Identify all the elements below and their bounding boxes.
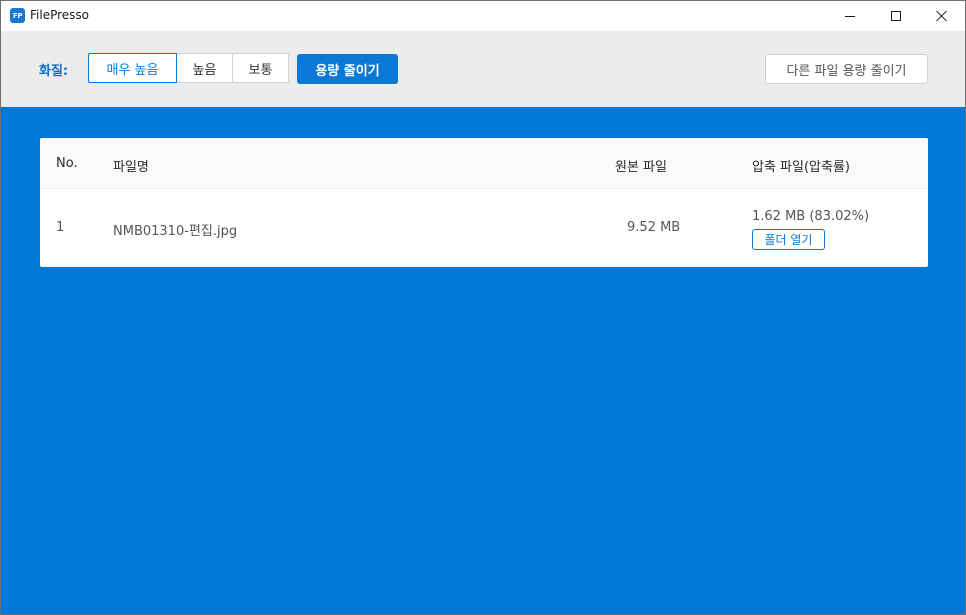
title-bar[interactable]: FP FilePresso xyxy=(1,1,965,31)
column-header-no: No. xyxy=(56,156,78,171)
column-header-compressed: 압축 파일(압축률) xyxy=(752,160,850,175)
quality-option-high[interactable]: 높음 xyxy=(176,53,233,83)
minimize-button[interactable] xyxy=(827,1,873,31)
app-logo-icon: FP xyxy=(10,8,25,23)
compress-button[interactable]: 용량 줄이기 xyxy=(297,54,398,84)
window-title: FilePresso xyxy=(30,8,90,22)
column-header-filename: 파일명 xyxy=(113,160,149,175)
minimize-icon xyxy=(845,15,855,17)
table-header: No. 파일명 원본 파일 압축 파일(압축률) xyxy=(40,138,928,189)
compress-other-file-button[interactable]: 다른 파일 용량 줄이기 xyxy=(765,54,928,84)
quality-option-very-high[interactable]: 매우 높음 xyxy=(88,53,177,83)
close-icon xyxy=(936,10,948,22)
maximize-icon xyxy=(891,11,901,21)
app-window: FP FilePresso 화질: 매우 높음 높음 보통 용량 줄이기 다른 … xyxy=(0,0,966,615)
row-compressed-size: 1.62 MB (83.02%) xyxy=(752,209,870,224)
toolbar: 화질: 매우 높음 높음 보통 용량 줄이기 다른 파일 용량 줄이기 xyxy=(1,31,965,107)
file-table: No. 파일명 원본 파일 압축 파일(압축률) 1 NMB01310-편집.j… xyxy=(40,138,928,267)
row-filename: NMB01310-편집.jpg xyxy=(113,224,238,239)
open-folder-button[interactable]: 폴더 열기 xyxy=(752,229,825,250)
quality-option-normal[interactable]: 보통 xyxy=(232,53,289,83)
maximize-button[interactable] xyxy=(873,1,919,31)
row-original-size: 9.52 MB xyxy=(627,220,681,235)
close-button[interactable] xyxy=(919,1,965,31)
quality-label: 화질: xyxy=(39,64,69,79)
column-header-original: 원본 파일 xyxy=(615,160,667,175)
row-number: 1 xyxy=(56,220,65,235)
